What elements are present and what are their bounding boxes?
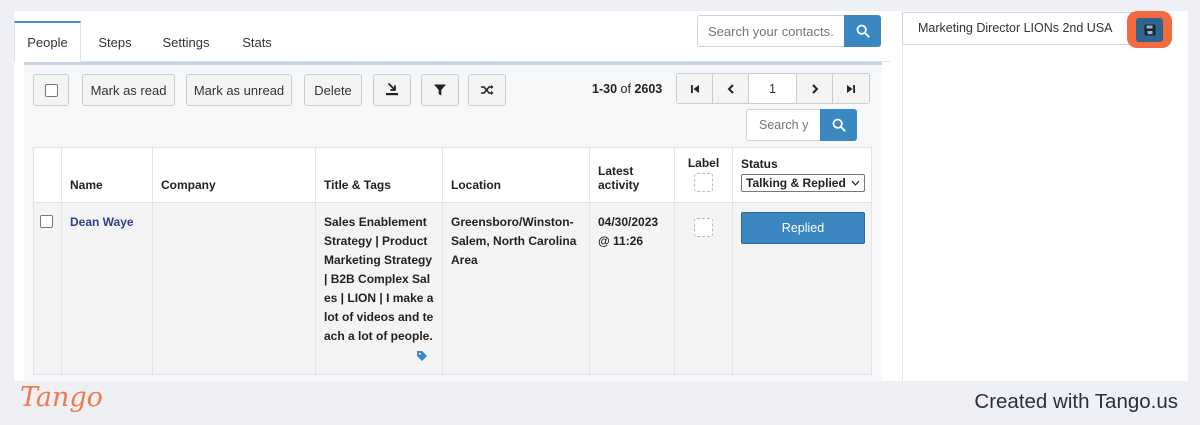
header-name[interactable]: Name (61, 147, 153, 203)
company-cell (152, 202, 316, 375)
export-icon (386, 83, 398, 96)
list-search-input[interactable] (746, 109, 821, 141)
tango-logo: Tango (20, 382, 103, 413)
label-filter-box[interactable] (694, 173, 713, 192)
header-latest-activity[interactable]: Latest activity (589, 147, 675, 203)
export-button[interactable] (373, 74, 411, 106)
select-all-button[interactable] (33, 74, 69, 106)
campaign-name-field[interactable]: Marketing Director LIONs 2nd USA (902, 12, 1157, 45)
main-panel: People Steps Settings Stats Marketing Di… (14, 11, 1188, 381)
page-number-input[interactable] (749, 74, 797, 103)
row-label-box[interactable] (694, 218, 713, 237)
contact-title: Sales Enablement Strategy | Product Mark… (324, 215, 434, 343)
floppy-disk-icon (1144, 24, 1155, 35)
status-cell: Replied (732, 202, 872, 375)
result-total: 2603 (634, 82, 663, 96)
status-header-text: Status (741, 157, 778, 171)
panel-divider (902, 11, 903, 381)
list-search-button[interactable] (820, 109, 857, 141)
title-cell: Sales Enablement Strategy | Product Mark… (315, 202, 443, 375)
contacts-search-button[interactable] (844, 15, 881, 47)
pagination (676, 73, 870, 104)
row-checkbox[interactable] (40, 215, 53, 228)
name-cell: Dean Waye (61, 202, 153, 375)
status-filter-value: Talking & Replied (746, 176, 846, 190)
contacts-search-input[interactable] (697, 15, 845, 47)
mark-read-button[interactable]: Mark as read (82, 74, 175, 106)
table-header-row: Name Company Title & Tags Location Lates… (33, 147, 872, 203)
next-page-button[interactable] (797, 74, 833, 103)
last-page-button[interactable] (833, 74, 869, 103)
header-title[interactable]: Title & Tags (315, 147, 443, 203)
shuffle-icon (481, 85, 494, 95)
header-select (33, 147, 62, 203)
save-button-inner (1136, 17, 1163, 42)
tab-stats[interactable]: Stats (232, 21, 282, 62)
header-company[interactable]: Company (152, 147, 316, 203)
table-row: Dean Waye Sales Enablement Strategy | Pr… (33, 202, 872, 375)
label-header-text: Label (687, 156, 720, 170)
tag-icon[interactable] (416, 350, 428, 362)
mark-unread-button[interactable]: Mark as unread (186, 74, 292, 106)
status-filter-select[interactable]: Talking & Replied (741, 174, 865, 192)
label-cell (674, 202, 733, 375)
status-replied-button[interactable]: Replied (741, 212, 865, 244)
created-with-text: Created with Tango.us (974, 390, 1178, 413)
first-page-icon (690, 84, 699, 93)
shuffle-button[interactable] (468, 74, 506, 106)
footer: Tango Created with Tango.us (0, 381, 1200, 425)
header-label: Label (674, 147, 733, 203)
filter-icon (434, 84, 446, 96)
header-status: Status Talking & Replied (732, 147, 872, 203)
latest-activity-cell: 04/30/2023 @ 11:26 (589, 202, 675, 375)
chevron-left-icon (727, 83, 734, 94)
result-range: 1-30 (592, 82, 618, 96)
chevron-right-icon (811, 83, 818, 94)
search-icon (832, 118, 846, 132)
contacts-list: Mark as read Mark as unread Delete 1-30 … (24, 62, 882, 381)
prev-page-button[interactable] (713, 74, 749, 103)
result-count: 1-30 of 2603 (592, 82, 662, 96)
save-button[interactable] (1127, 11, 1172, 48)
select-all-checkbox[interactable] (44, 83, 58, 97)
contact-name-link[interactable]: Dean Waye (70, 215, 134, 229)
first-page-button[interactable] (677, 74, 713, 103)
filter-button[interactable] (421, 74, 459, 106)
header-location[interactable]: Location (442, 147, 590, 203)
result-of: of (620, 82, 631, 96)
search-icon (856, 24, 870, 38)
tab-steps[interactable]: Steps (84, 21, 146, 62)
chevron-down-icon (851, 180, 860, 186)
last-page-icon (847, 84, 855, 93)
delete-button[interactable]: Delete (304, 74, 362, 106)
row-select-cell (33, 202, 62, 375)
tab-settings[interactable]: Settings (154, 21, 218, 62)
tab-people[interactable]: People (14, 21, 81, 62)
location-cell: Greensboro/Winston-Salem, North Carolina… (442, 202, 590, 375)
contacts-table: Name Company Title & Tags Location Lates… (33, 147, 872, 375)
